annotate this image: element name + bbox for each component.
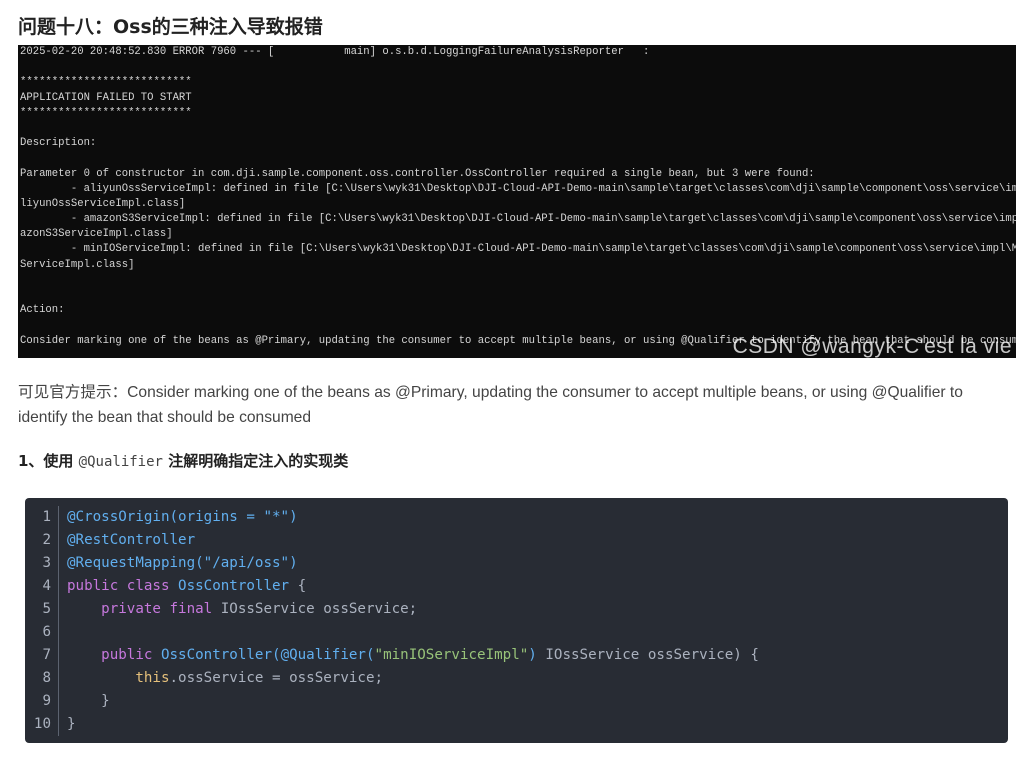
- code-text: this.ossService = ossService;: [59, 667, 383, 690]
- hint-paragraph: 可见官方提示：Consider marking one of the beans…: [18, 384, 963, 426]
- code-text: public OssController(@Qualifier("minIOSe…: [59, 644, 759, 667]
- code-line: 1 @CrossOrigin(origins = "*"): [25, 506, 759, 529]
- code-token: IOssService ossService) {: [536, 647, 759, 663]
- code-text: public class OssController {: [59, 575, 306, 598]
- console-line: ServiceImpl.class]: [20, 258, 135, 271]
- code-line: 4 public class OssController {: [25, 575, 759, 598]
- code-lines: 1 @CrossOrigin(origins = "*") 2 @RestContro…: [25, 506, 759, 736]
- code-token: private final: [101, 601, 221, 617]
- code-line: 2 @RestController: [25, 529, 759, 552]
- csdn-watermark: CSDN @wangyk-C'est la vie: [732, 334, 1012, 358]
- step-prefix: 1、使用: [18, 452, 79, 470]
- code-text: @CrossOrigin(origins = "*"): [59, 506, 298, 529]
- line-number: 1: [25, 506, 59, 529]
- console-line: - aliyunOssServiceImpl: defined in file …: [20, 182, 1016, 195]
- console-line: - minIOServiceImpl: defined in file [C:\…: [20, 243, 1016, 256]
- code-token: @RestController: [67, 532, 196, 548]
- code-line: 3 @RequestMapping("/api/oss"): [25, 552, 759, 575]
- step-inline-code: @Qualifier: [78, 454, 163, 470]
- line-number: 8: [25, 667, 59, 690]
- line-number: 6: [25, 621, 59, 644]
- line-number: 5: [25, 598, 59, 621]
- code-token: {: [289, 578, 307, 594]
- error-console-screenshot: 2025-02-20 20:48:52.830 ERROR 7960 --- […: [18, 45, 1016, 358]
- code-line: 6: [25, 621, 759, 644]
- code-token: @RequestMapping("/api/oss"): [67, 555, 298, 571]
- code-token: OssController: [178, 578, 290, 594]
- code-token: ): [528, 647, 537, 663]
- line-number: 3: [25, 552, 59, 575]
- console-line: APPLICATION FAILED TO START: [20, 91, 192, 104]
- code-token: this: [135, 670, 170, 686]
- code-token: OssController(: [160, 647, 281, 663]
- console-line: ***************************: [20, 106, 192, 119]
- console-line: Description:: [20, 137, 97, 150]
- line-number: 4: [25, 575, 59, 598]
- code-text: @RequestMapping("/api/oss"): [59, 552, 298, 575]
- section-heading: 问题十八：Oss的三种注入导致报错: [18, 16, 323, 38]
- console-line: Action:: [20, 304, 65, 317]
- code-token: IOssService ossService;: [220, 601, 418, 617]
- code-text: }: [59, 713, 76, 736]
- code-token: "minIOServiceImpl": [374, 647, 529, 663]
- line-number: 2: [25, 529, 59, 552]
- console-line: Parameter 0 of constructor in com.dji.sa…: [20, 167, 815, 180]
- console-line: ***************************: [20, 76, 192, 89]
- code-token: }: [67, 716, 76, 732]
- code-token: @CrossOrigin(origins =: [67, 509, 264, 525]
- code-token: public: [101, 647, 161, 663]
- code-block[interactable]: 1 @CrossOrigin(origins = "*") 2 @RestContro…: [25, 498, 1008, 743]
- console-line: azonS3ServiceImpl.class]: [20, 228, 173, 241]
- code-token: .ossService = ossService;: [169, 670, 384, 686]
- code-token: @Qualifier(: [280, 647, 375, 663]
- code-line: 8 this.ossService = ossService;: [25, 667, 759, 690]
- line-number: 9: [25, 690, 59, 713]
- code-line: 10}: [25, 713, 759, 736]
- code-line: 5 private final IOssService ossService;: [25, 598, 759, 621]
- code-token: public class: [67, 578, 179, 594]
- code-text: }: [59, 690, 110, 713]
- code-token: "*": [263, 509, 290, 525]
- step-suffix: 注解明确指定注入的实现类: [162, 452, 349, 470]
- console-line: - amazonS3ServiceImpl: defined in file […: [20, 213, 1016, 226]
- code-token: }: [67, 693, 110, 709]
- line-number: 7: [25, 644, 59, 667]
- code-text: @RestController: [59, 529, 195, 552]
- line-number: 10: [25, 713, 59, 736]
- code-text: private final IOssService ossService;: [59, 598, 417, 621]
- console-line: 2025-02-20 20:48:52.830 ERROR 7960 --- […: [20, 46, 650, 58]
- code-line: 7 public OssController(@Qualifier("minIO…: [25, 644, 759, 667]
- console-log-lines: 2025-02-20 20:48:52.830 ERROR 7960 --- […: [20, 45, 1016, 349]
- step-heading: 1、使用 @Qualifier 注解明确指定注入的实现类: [18, 450, 348, 471]
- code-line: 9 }: [25, 690, 759, 713]
- code-token: ): [289, 509, 298, 525]
- console-line: liyunOssServiceImpl.class]: [20, 197, 186, 210]
